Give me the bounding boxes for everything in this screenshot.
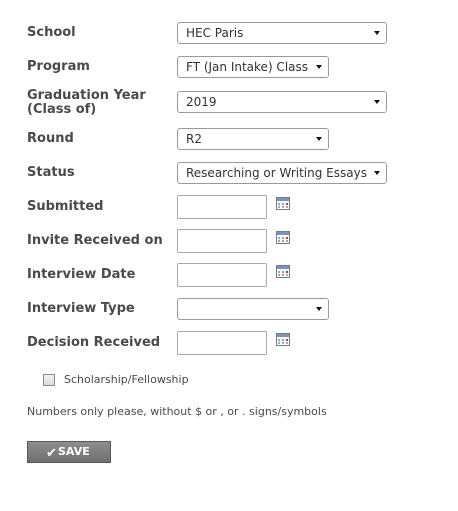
invite-received-field[interactable] (177, 229, 267, 253)
round-select-value: R2 (186, 132, 202, 146)
interview-date-label: Interview Date (27, 267, 136, 282)
check-icon: ✔ (46, 446, 57, 461)
scholarship-label[interactable]: Scholarship/Fellowship (64, 373, 189, 386)
chevron-down-icon (316, 65, 322, 69)
invite-received-label: Invite Received on (27, 233, 163, 248)
school-select-value: HEC Paris (186, 26, 244, 40)
chevron-down-icon (316, 137, 322, 141)
submitted-field[interactable] (177, 195, 267, 219)
interview-date-field[interactable] (177, 263, 267, 287)
save-button-label: SAVE (58, 445, 90, 458)
graduation-year-label-line1: Graduation Year (27, 88, 146, 103)
program-select[interactable]: FT (Jan Intake) Class (177, 56, 329, 78)
chevron-down-icon (374, 171, 380, 175)
calendar-icon[interactable] (276, 197, 290, 210)
round-select[interactable]: R2 (177, 128, 329, 150)
decision-received-label: Decision Received (27, 335, 161, 350)
calendar-icon[interactable] (276, 333, 290, 346)
save-button[interactable]: ✔ SAVE (27, 441, 111, 463)
chevron-down-icon (374, 31, 380, 35)
calendar-icon[interactable] (276, 265, 290, 278)
graduation-year-select[interactable]: 2019 (177, 91, 387, 113)
decision-received-field[interactable] (177, 331, 267, 355)
program-select-value: FT (Jan Intake) Class (186, 60, 309, 74)
round-label: Round (27, 131, 74, 146)
program-label: Program (27, 59, 90, 74)
numbers-only-note: Numbers only please, without $ or , or .… (27, 405, 327, 418)
calendar-icon[interactable] (276, 231, 290, 244)
status-select-value: Researching or Writing Essays (186, 166, 367, 180)
interview-type-select[interactable] (177, 298, 329, 320)
interview-type-label: Interview Type (27, 301, 135, 316)
scholarship-checkbox[interactable] (43, 374, 55, 386)
graduation-year-label: Graduation Year (Class of) (27, 89, 146, 117)
school-label: School (27, 25, 76, 40)
submitted-label: Submitted (27, 199, 104, 214)
graduation-year-select-value: 2019 (186, 95, 217, 109)
graduation-year-label-line2: (Class of) (27, 102, 97, 117)
chevron-down-icon (316, 307, 322, 311)
status-select[interactable]: Researching or Writing Essays (177, 162, 387, 184)
status-label: Status (27, 165, 75, 180)
school-select[interactable]: HEC Paris (177, 22, 387, 44)
chevron-down-icon (374, 100, 380, 104)
